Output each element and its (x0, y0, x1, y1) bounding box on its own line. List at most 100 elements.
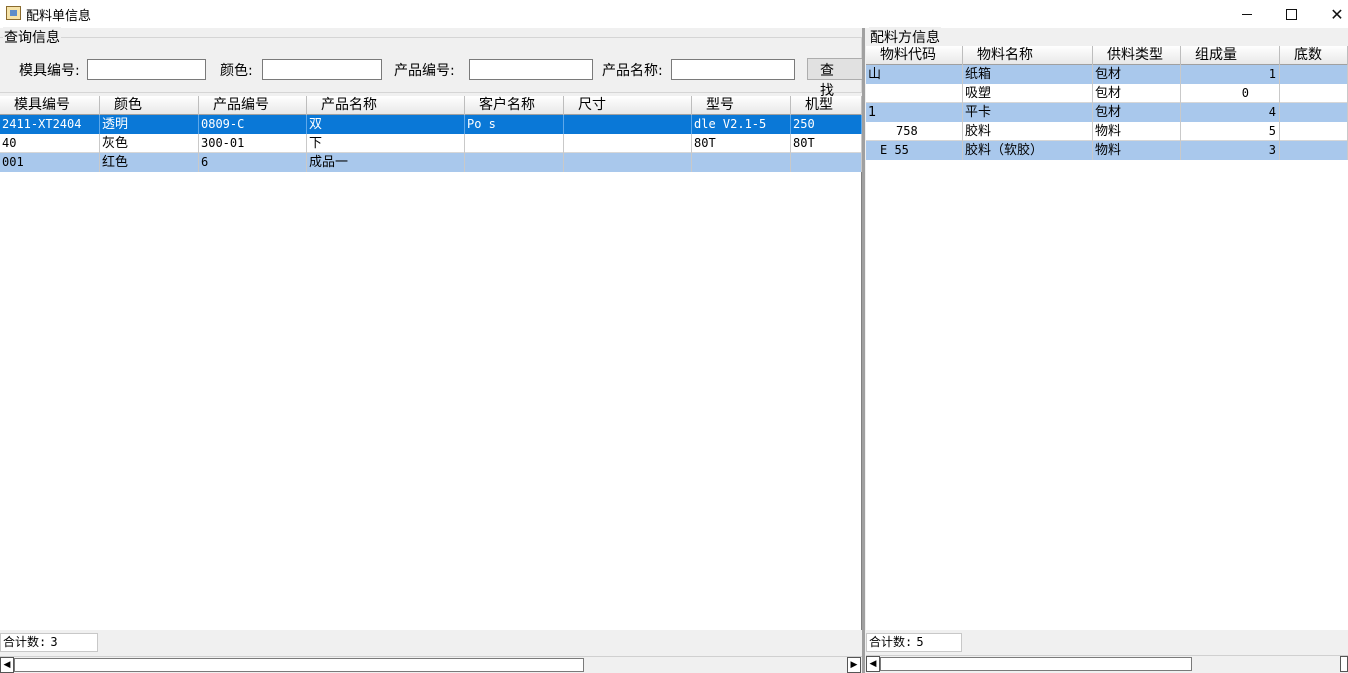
col-base[interactable]: 底数 (1280, 46, 1348, 65)
cell-product-no: 6 (199, 153, 307, 172)
color-label: 颜色: (220, 63, 253, 79)
find-button[interactable]: 查 找 (807, 58, 865, 99)
splitter[interactable] (862, 28, 865, 673)
cell-machine: 80T (791, 134, 862, 153)
cell-base (1280, 84, 1348, 103)
maximize-button[interactable] (1268, 0, 1314, 28)
col-size[interactable]: 尺寸 (564, 96, 692, 115)
formula-total-value: 5 (916, 635, 924, 649)
formula-hscrollbar[interactable]: ◀ (866, 655, 1348, 672)
table-row[interactable]: 758 胶料 物料 5 (866, 122, 1348, 141)
formula-group-label: 配料方信息 (869, 27, 941, 47)
scroll-thumb[interactable] (880, 657, 1192, 671)
cell-mold-no: 2411-XT2404 (0, 115, 100, 134)
cell-supply-type: 包材 (1093, 65, 1181, 84)
cell-material-name: 纸箱 (963, 65, 1093, 84)
col-product-no[interactable]: 产品编号 (199, 96, 307, 115)
orders-total-value: 3 (50, 635, 58, 649)
table-row[interactable]: 山 纸箱 包材 1 (866, 65, 1348, 84)
minimize-button[interactable] (1224, 0, 1270, 28)
table-row[interactable]: 1 平卡 包材 4 (866, 103, 1348, 122)
form-icon (6, 6, 21, 20)
col-material-name[interactable]: 物料名称 (963, 46, 1093, 65)
color-input[interactable] (262, 59, 382, 80)
cell-material-code: 1 (866, 103, 963, 122)
scroll-left-icon[interactable]: ◀ (0, 657, 14, 673)
cell-color: 红色 (100, 153, 199, 172)
cell-quantity: 5 (1181, 122, 1280, 141)
cell-quantity: 0 (1181, 84, 1280, 103)
cell-product-name: 双 (307, 115, 465, 134)
table-row[interactable]: 2411-XT2404 透明 0809-C 双 Po s dle V2.1-5 … (0, 115, 862, 134)
col-product-name[interactable]: 产品名称 (307, 96, 465, 115)
title-bar (0, 0, 1348, 28)
orders-total-label: 合计数: (3, 635, 47, 649)
scroll-right-icon[interactable] (1340, 656, 1348, 672)
col-model[interactable]: 型号 (692, 96, 791, 115)
cell-base (1280, 122, 1348, 141)
cell-product-no: 300-01 (199, 134, 307, 153)
cell-mold-no: 001 (0, 153, 100, 172)
product-no-label: 产品编号: (394, 63, 455, 79)
cell-material-code: 山 (866, 65, 963, 84)
cell-product-name: 成品一 (307, 153, 465, 172)
cell-supply-type: 物料 (1093, 141, 1181, 160)
cell-quantity: 3 (1181, 141, 1280, 160)
mold-no-label: 模具编号: (19, 63, 80, 79)
cell-material-name: 吸塑 (963, 84, 1093, 103)
col-customer[interactable]: 客户名称 (465, 96, 564, 115)
formula-grid[interactable]: 物料代码 物料名称 供料类型 组成量 底数 山 纸箱 包材 1 吸塑 包材 0 … (866, 46, 1348, 630)
cell-size (564, 153, 692, 172)
cell-size (564, 134, 692, 153)
cell-quantity: 4 (1181, 103, 1280, 122)
col-color[interactable]: 颜色 (100, 96, 199, 115)
cell-machine (791, 153, 862, 172)
formula-total: 合计数: 5 (866, 633, 962, 652)
window-title: 配料单信息 (26, 9, 92, 24)
col-mold-no[interactable]: 模具编号 (0, 96, 100, 115)
table-row[interactable]: 001 红色 6 成品一 (0, 153, 862, 172)
table-row[interactable]: 吸塑 包材 0 (866, 84, 1348, 103)
product-name-input[interactable] (671, 59, 795, 80)
table-row[interactable]: 40 灰色 300-01 下 80T 80T (0, 134, 862, 153)
cell-customer: Po s (465, 115, 564, 134)
cell-model (692, 153, 791, 172)
orders-grid-header: 模具编号 颜色 产品编号 产品名称 客户名称 尺寸 型号 机型 (0, 96, 862, 115)
cell-product-name: 下 (307, 134, 465, 153)
table-row[interactable]: E 55 胶料（软胶） 物料 3 (866, 141, 1348, 160)
cell-supply-type: 物料 (1093, 122, 1181, 141)
cell-model: 80T (692, 134, 791, 153)
cell-supply-type: 包材 (1093, 84, 1181, 103)
col-supply-type[interactable]: 供料类型 (1093, 46, 1181, 65)
cell-base (1280, 103, 1348, 122)
cell-base (1280, 65, 1348, 84)
orders-grid[interactable]: 模具编号 颜色 产品编号 产品名称 客户名称 尺寸 型号 机型 2411-XT2… (0, 96, 862, 630)
product-no-input[interactable] (469, 59, 593, 80)
scroll-left-icon[interactable]: ◀ (866, 656, 880, 672)
scroll-right-icon[interactable]: ▶ (847, 657, 861, 673)
col-machine[interactable]: 机型 (791, 96, 862, 115)
cell-material-code (866, 84, 963, 103)
close-button[interactable]: ✕ (1314, 0, 1348, 28)
cell-color: 灰色 (100, 134, 199, 153)
cell-size (564, 115, 692, 134)
minimize-icon (1242, 13, 1252, 15)
orders-hscrollbar[interactable]: ◀ ▶ (0, 656, 862, 673)
cell-material-code: E 55 (866, 141, 963, 160)
cell-machine: 250 (791, 115, 862, 134)
formula-grid-header: 物料代码 物料名称 供料类型 组成量 底数 (866, 46, 1348, 65)
cell-customer (465, 153, 564, 172)
cell-material-name: 胶料 (963, 122, 1093, 141)
cell-product-no: 0809-C (199, 115, 307, 134)
cell-color: 透明 (100, 115, 199, 134)
cell-material-code: 758 (866, 122, 963, 141)
col-material-code[interactable]: 物料代码 (866, 46, 963, 65)
cell-model: dle V2.1-5 (692, 115, 791, 134)
cell-material-name: 平卡 (963, 103, 1093, 122)
mold-no-input[interactable] (87, 59, 206, 80)
orders-total: 合计数: 3 (0, 633, 98, 652)
scroll-thumb[interactable] (14, 658, 584, 672)
col-quantity[interactable]: 组成量 (1181, 46, 1280, 65)
cell-quantity: 1 (1181, 65, 1280, 84)
cell-material-name: 胶料（软胶） (963, 141, 1093, 160)
